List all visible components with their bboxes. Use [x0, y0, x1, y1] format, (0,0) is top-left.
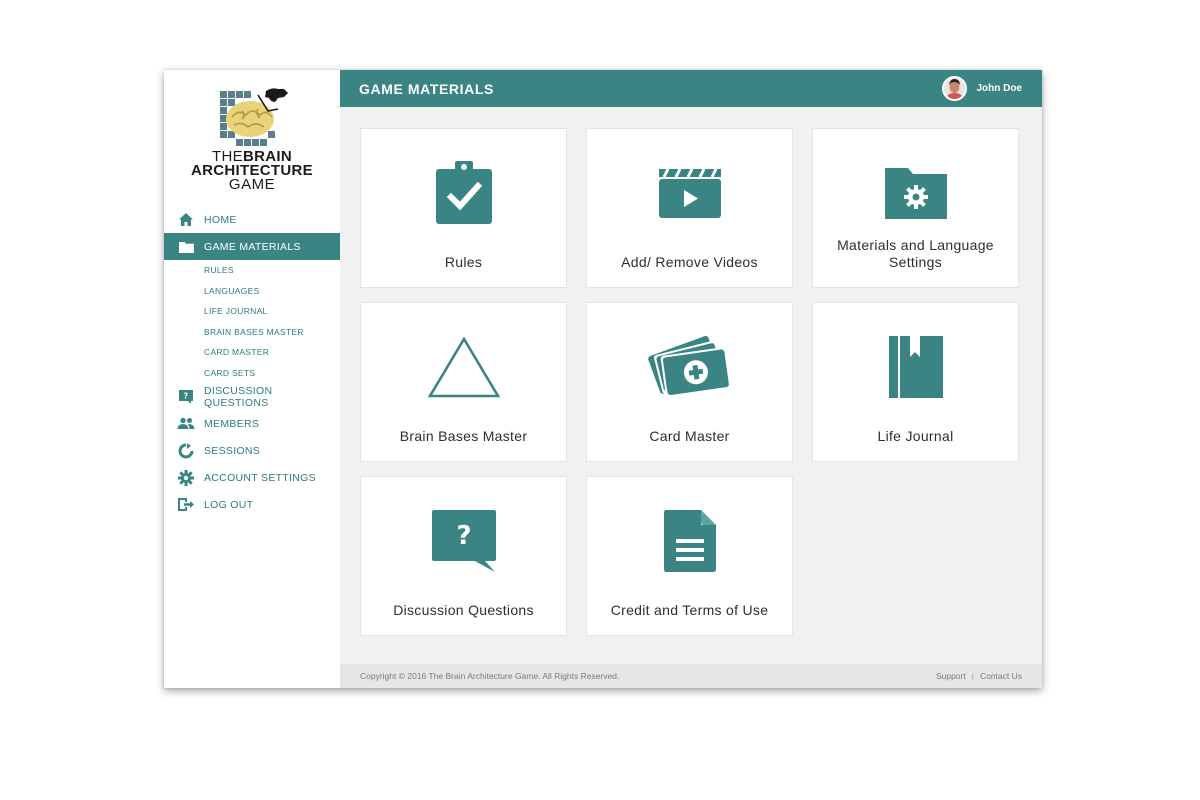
sidebar-item-label: DISCUSSION QUESTIONS — [203, 384, 273, 409]
support-link[interactable]: Support — [936, 671, 966, 681]
brand-wordmark: THEBRAIN ARCHITECTURE GAME — [164, 149, 340, 193]
brain-logo-icon — [220, 88, 288, 146]
sidebar-subitem-languages[interactable]: LANGUAGES — [164, 281, 340, 302]
brand-line3: GAME — [228, 176, 276, 193]
footer-links: Support | Contact Us — [936, 671, 1022, 681]
footer-separator: | — [971, 671, 974, 681]
card-label: Materials and Language Settings — [837, 237, 994, 270]
avatar[interactable] — [942, 76, 968, 101]
card-label: Discussion Questions — [393, 602, 534, 618]
sidebar-item-label: GAME MATERIALS — [204, 240, 301, 253]
card-life-journal[interactable]: Life Journal — [812, 302, 1019, 462]
top-bar: GAME MATERIALS John Doe — [340, 70, 1042, 107]
gear-icon — [177, 469, 195, 487]
people-icon — [177, 415, 195, 433]
svg-text:?: ? — [184, 391, 189, 400]
sidebar-item-log-out[interactable]: LOG OUT — [164, 491, 340, 518]
app-window: THEBRAIN ARCHITECTURE GAME HOME GAME MAT… — [164, 70, 1042, 688]
sidebar-subitem-brain-bases-master[interactable]: BRAIN BASES MASTER — [164, 322, 340, 343]
card-rules[interactable]: Rules — [360, 128, 567, 288]
sidebar-item-sessions[interactable]: SESSIONS — [164, 437, 340, 464]
document-icon — [587, 509, 792, 573]
sidebar-item-members[interactable]: MEMBERS — [164, 410, 340, 437]
card-credit-terms[interactable]: Credit and Terms of Use — [586, 476, 793, 636]
copyright-text: Copyright © 2016 The Brain Architecture … — [360, 671, 620, 681]
refresh-icon — [177, 442, 195, 460]
sidebar: THEBRAIN ARCHITECTURE GAME HOME GAME MAT… — [164, 70, 340, 688]
journal-icon — [813, 335, 1018, 399]
brand-logo[interactable]: THEBRAIN ARCHITECTURE GAME — [164, 70, 340, 200]
card-label: Life Journal — [877, 428, 954, 444]
sidebar-item-home[interactable]: HOME — [164, 206, 340, 233]
sidebar-nav: HOME GAME MATERIALS RULES LANGUAGES LIFE… — [164, 206, 340, 518]
sidebar-item-game-materials[interactable]: GAME MATERIALS — [164, 233, 340, 260]
question-bubble-icon: ? — [361, 509, 566, 573]
user-menu[interactable]: John Doe — [942, 76, 1022, 101]
sidebar-subitem-life-journal[interactable]: LIFE JOURNAL — [164, 301, 340, 322]
home-icon — [177, 211, 195, 229]
card-card-master[interactable]: Card Master — [586, 302, 793, 462]
card-label: Card Master — [649, 428, 730, 444]
folder-icon — [177, 238, 195, 256]
card-discussion-questions[interactable]: ? Discussion Questions — [360, 476, 567, 636]
card-brain-bases-master[interactable]: Brain Bases Master — [360, 302, 567, 462]
card-label: Credit and Terms of Use — [610, 602, 769, 618]
page-title: GAME MATERIALS — [359, 80, 494, 97]
triangle-icon — [361, 335, 566, 399]
card-add-remove-videos[interactable]: Add/ Remove Videos — [586, 128, 793, 288]
sidebar-item-label: ACCOUNT SETTINGS — [204, 471, 316, 484]
svg-text:?: ? — [456, 521, 471, 551]
sidebar-item-label: SESSIONS — [204, 444, 261, 457]
folder-gear-icon — [813, 165, 1018, 221]
sidebar-subitem-rules[interactable]: RULES — [164, 260, 340, 281]
card-materials-language-settings[interactable]: Materials and Language Settings — [812, 128, 1019, 288]
sidebar-subitem-card-sets[interactable]: CARD SETS — [164, 363, 340, 384]
sidebar-subitem-card-master[interactable]: CARD MASTER — [164, 342, 340, 363]
sidebar-item-label: HOME — [204, 213, 237, 226]
user-name: John Doe — [976, 83, 1022, 94]
footer: Copyright © 2016 The Brain Architecture … — [340, 664, 1042, 688]
card-label: Add/ Remove Videos — [621, 254, 758, 270]
sidebar-item-account-settings[interactable]: ACCOUNT SETTINGS — [164, 464, 340, 491]
contact-us-link[interactable]: Contact Us — [980, 671, 1022, 681]
sidebar-item-label: LOG OUT — [204, 498, 254, 511]
main-content: GAME MATERIALS John Doe Rules Add/ Remov… — [340, 70, 1042, 688]
logout-icon — [177, 496, 195, 514]
sidebar-item-label: MEMBERS — [204, 417, 260, 430]
video-clapper-icon — [587, 161, 792, 225]
clipboard-check-icon — [361, 161, 566, 225]
sidebar-item-discussion-questions[interactable]: ? DISCUSSION QUESTIONS — [164, 383, 340, 410]
question-bubble-icon: ? — [177, 388, 195, 406]
card-label: Rules — [444, 254, 483, 270]
card-label: Brain Bases Master — [399, 428, 528, 444]
card-stack-icon — [587, 329, 792, 403]
